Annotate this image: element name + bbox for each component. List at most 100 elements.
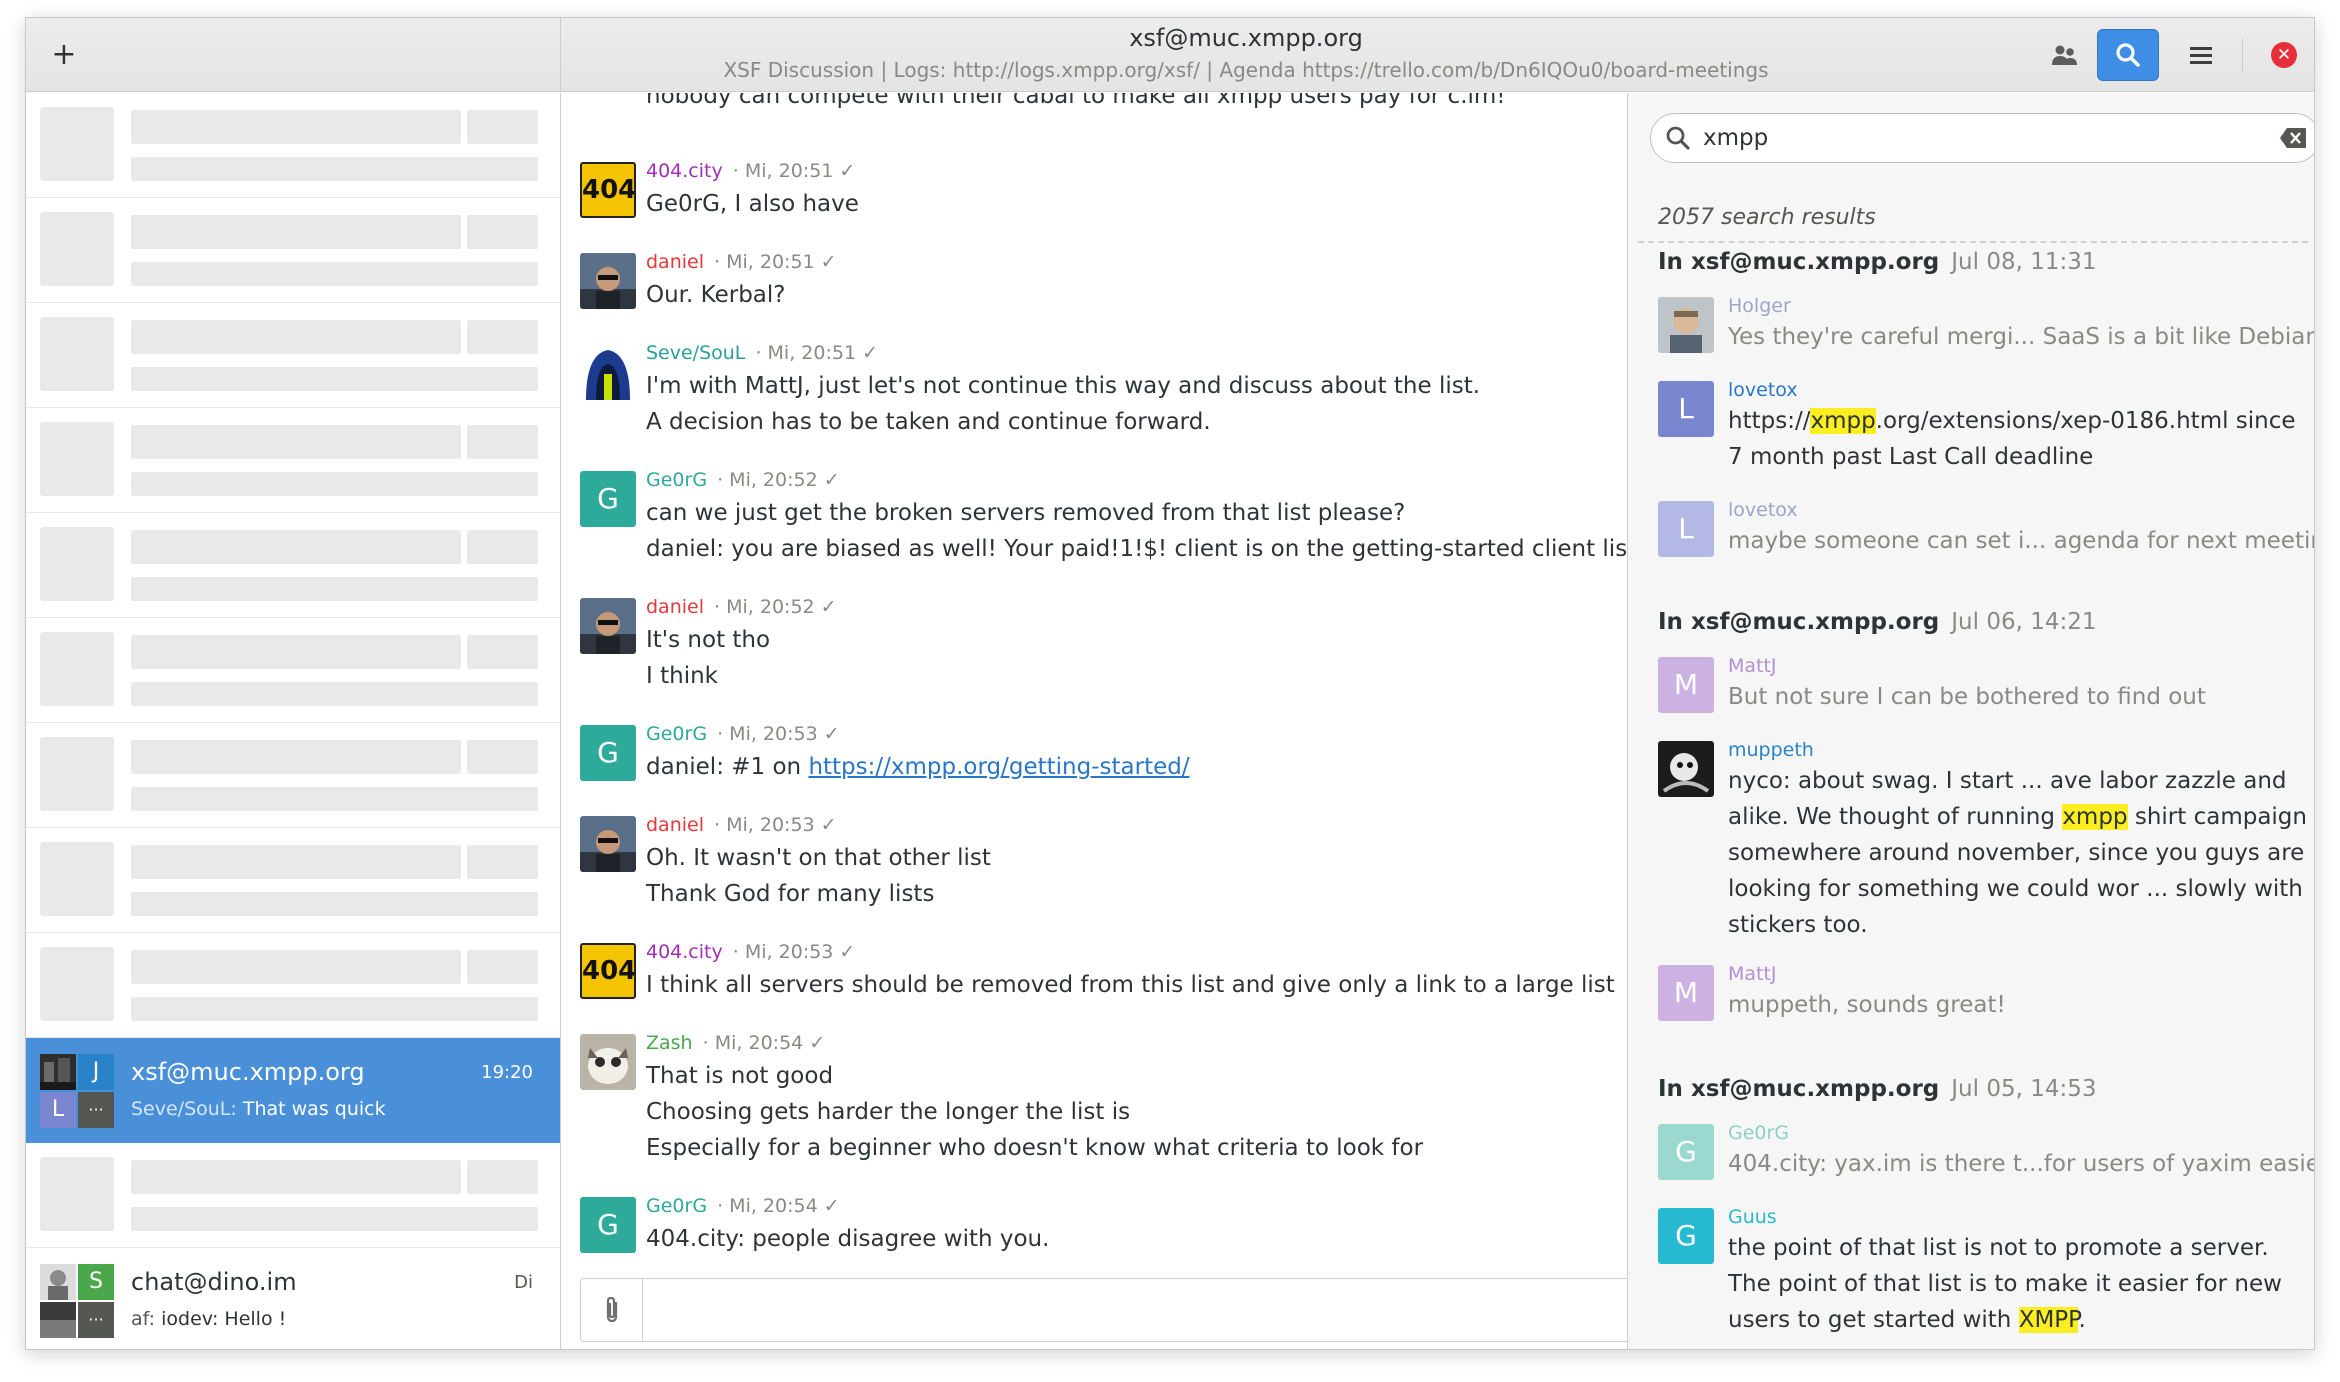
search-result-count: 2057 search results	[1658, 205, 1876, 230]
conversation-item-dino[interactable]: S ··· chat@dino.im Di af: iodev: Hello !	[26, 1248, 560, 1349]
sender-name[interactable]: Ge0rG	[646, 1195, 707, 1217]
result-group-header[interactable]: In xsf@muc.xmpp.org Jul 06, 14:21	[1658, 609, 2097, 635]
result-sender: MattJ	[1728, 963, 1777, 985]
result-sender: Ge0rG	[1728, 1122, 1790, 1144]
avatar: L	[1658, 381, 1714, 437]
message-composer[interactable]	[580, 1278, 1627, 1342]
sender-name[interactable]: Ge0rG	[646, 469, 707, 491]
conversation-placeholder[interactable]	[26, 198, 560, 303]
occupants-button[interactable]	[2034, 29, 2096, 81]
sender-name[interactable]: Seve/SouL	[646, 342, 745, 364]
member-photo-avatar	[40, 1264, 76, 1300]
text-part: .org/extensions/xep-0186.html since	[1875, 408, 2296, 434]
sender-name[interactable]: Ge0rG	[646, 723, 707, 745]
result-date: Jul 06, 14:21	[1951, 609, 2097, 635]
result-line: But not sure I can be bothered to find o…	[1728, 684, 2206, 710]
result-text: muppeth, sounds great!	[1728, 987, 2006, 1023]
conversation-placeholder[interactable]	[26, 723, 560, 828]
message-body: 404.city: people disagree with you.	[646, 1221, 1049, 1257]
search-entry[interactable]	[1650, 113, 2314, 163]
result-line: The point of that list is to make it eas…	[1728, 1271, 2282, 1297]
sender-name[interactable]: daniel	[646, 251, 704, 273]
sender-name[interactable]: 404.city	[646, 941, 723, 963]
message-line: Especially for a beginner who doesn't kn…	[646, 1135, 1424, 1161]
avatar	[580, 1034, 636, 1090]
conversation-item-xsf[interactable]: J L ··· xsf@muc.xmpp.org 19:20 Seve/SouL…	[26, 1038, 560, 1143]
conversation-placeholder[interactable]	[26, 93, 560, 198]
result-room: In xsf@muc.xmpp.org	[1658, 609, 1940, 635]
message-header: 404.city · Mi, 20:53 ✓	[646, 941, 855, 963]
result-sender: lovetox	[1728, 379, 1798, 401]
sender-name[interactable]: Zash	[646, 1032, 693, 1054]
avatar: 404	[580, 943, 636, 999]
message-line: daniel: #1 on	[646, 754, 809, 780]
placeholder-line	[467, 530, 538, 564]
result-text: maybe someone can set i... agenda for ne…	[1728, 523, 2314, 559]
conversation-placeholder[interactable]	[26, 618, 560, 723]
message-header: Ge0rG · Mi, 20:54 ✓	[646, 1195, 840, 1217]
message-header: daniel · Mi, 20:51 ✓	[646, 251, 837, 273]
result-line: 7 month past Last Call deadline	[1728, 444, 2094, 470]
placeholder-line	[131, 740, 461, 774]
avatar	[580, 344, 636, 400]
result-text: But not sure I can be bothered to find o…	[1728, 679, 2206, 715]
placeholder-line	[131, 787, 538, 811]
conversation-preview: af: iodev: Hello !	[131, 1308, 286, 1330]
menu-button[interactable]	[2170, 29, 2232, 81]
message-line: I'm with MattJ, just let's not continue …	[646, 373, 1481, 399]
conversation-placeholder[interactable]	[26, 513, 560, 618]
message-time: · Mi, 20:51 ✓	[714, 251, 837, 273]
conversation-time: Di	[514, 1272, 533, 1293]
placeholder-line	[131, 845, 461, 879]
message-body: can we just get the broken servers remov…	[646, 495, 1627, 567]
add-conversation-button[interactable]: +	[48, 40, 80, 72]
sender-name[interactable]: daniel	[646, 596, 704, 618]
result-group-header[interactable]: In xsf@muc.xmpp.org Jul 08, 11:31	[1658, 249, 2097, 275]
text-part: users to get started with	[1728, 1307, 2019, 1333]
conversation-placeholder[interactable]	[26, 303, 560, 408]
preview-text: That was quick	[242, 1098, 386, 1120]
header-separator	[2242, 38, 2243, 72]
getting-started-link[interactable]: https://xmpp.org/getting-started/	[808, 754, 1189, 780]
result-line: nyco: about swag. I start ... ave labor …	[1728, 768, 2287, 794]
message-line: Thank God for many lists	[646, 881, 935, 907]
results-separator	[1638, 241, 2308, 243]
message-history: nobody can compete with their cabal to m…	[562, 93, 1627, 1349]
sender-name[interactable]: 404.city	[646, 160, 723, 182]
conversation-placeholder[interactable]	[26, 408, 560, 513]
member-photo-avatar	[40, 1054, 76, 1090]
member-photo-avatar	[40, 1302, 76, 1338]
backspace-clear-icon[interactable]	[2279, 127, 2307, 149]
avatar: G	[1658, 1124, 1714, 1180]
placeholder-line	[467, 950, 538, 984]
placeholder-avatar	[40, 842, 114, 916]
result-line: muppeth, sounds great!	[1728, 992, 2006, 1018]
placeholder-line	[131, 635, 461, 669]
search-input[interactable]	[1703, 122, 2263, 154]
preview-sender: af:	[131, 1308, 156, 1330]
conversation-placeholder[interactable]	[26, 933, 560, 1038]
avatar: M	[1658, 657, 1714, 713]
result-sender: Guus	[1728, 1206, 1777, 1228]
message-time: · Mi, 20:54 ✓	[702, 1032, 826, 1054]
placeholder-line	[131, 367, 538, 391]
result-room: In xsf@muc.xmpp.org	[1658, 249, 1940, 275]
attach-file-button[interactable]	[581, 1279, 643, 1341]
message-body: daniel: #1 on https://xmpp.org/getting-s…	[646, 749, 1190, 785]
placeholder-line	[131, 997, 538, 1021]
result-line: the point of that list is not to promote…	[1728, 1235, 2269, 1261]
placeholder-line	[467, 110, 538, 144]
conversation-placeholder[interactable]	[26, 828, 560, 933]
search-toggle-button[interactable]	[2097, 29, 2159, 81]
close-window-button[interactable]: ✕	[2264, 29, 2304, 81]
result-group-header[interactable]: In xsf@muc.xmpp.org Jul 05, 14:53	[1658, 1076, 2097, 1102]
conversation-placeholder[interactable]	[26, 1143, 560, 1248]
sender-name[interactable]: daniel	[646, 814, 704, 836]
people-icon	[2052, 45, 2077, 65]
app-window: + xsf@muc.xmpp.org XSF Discussion | Logs…	[25, 17, 2315, 1350]
message-line: That is not good	[646, 1063, 834, 1089]
placeholder-line	[131, 530, 461, 564]
conversation-preview: Seve/SouL: That was quick	[131, 1098, 386, 1120]
text-part: .	[2078, 1307, 2086, 1333]
placeholder-line	[131, 157, 538, 181]
